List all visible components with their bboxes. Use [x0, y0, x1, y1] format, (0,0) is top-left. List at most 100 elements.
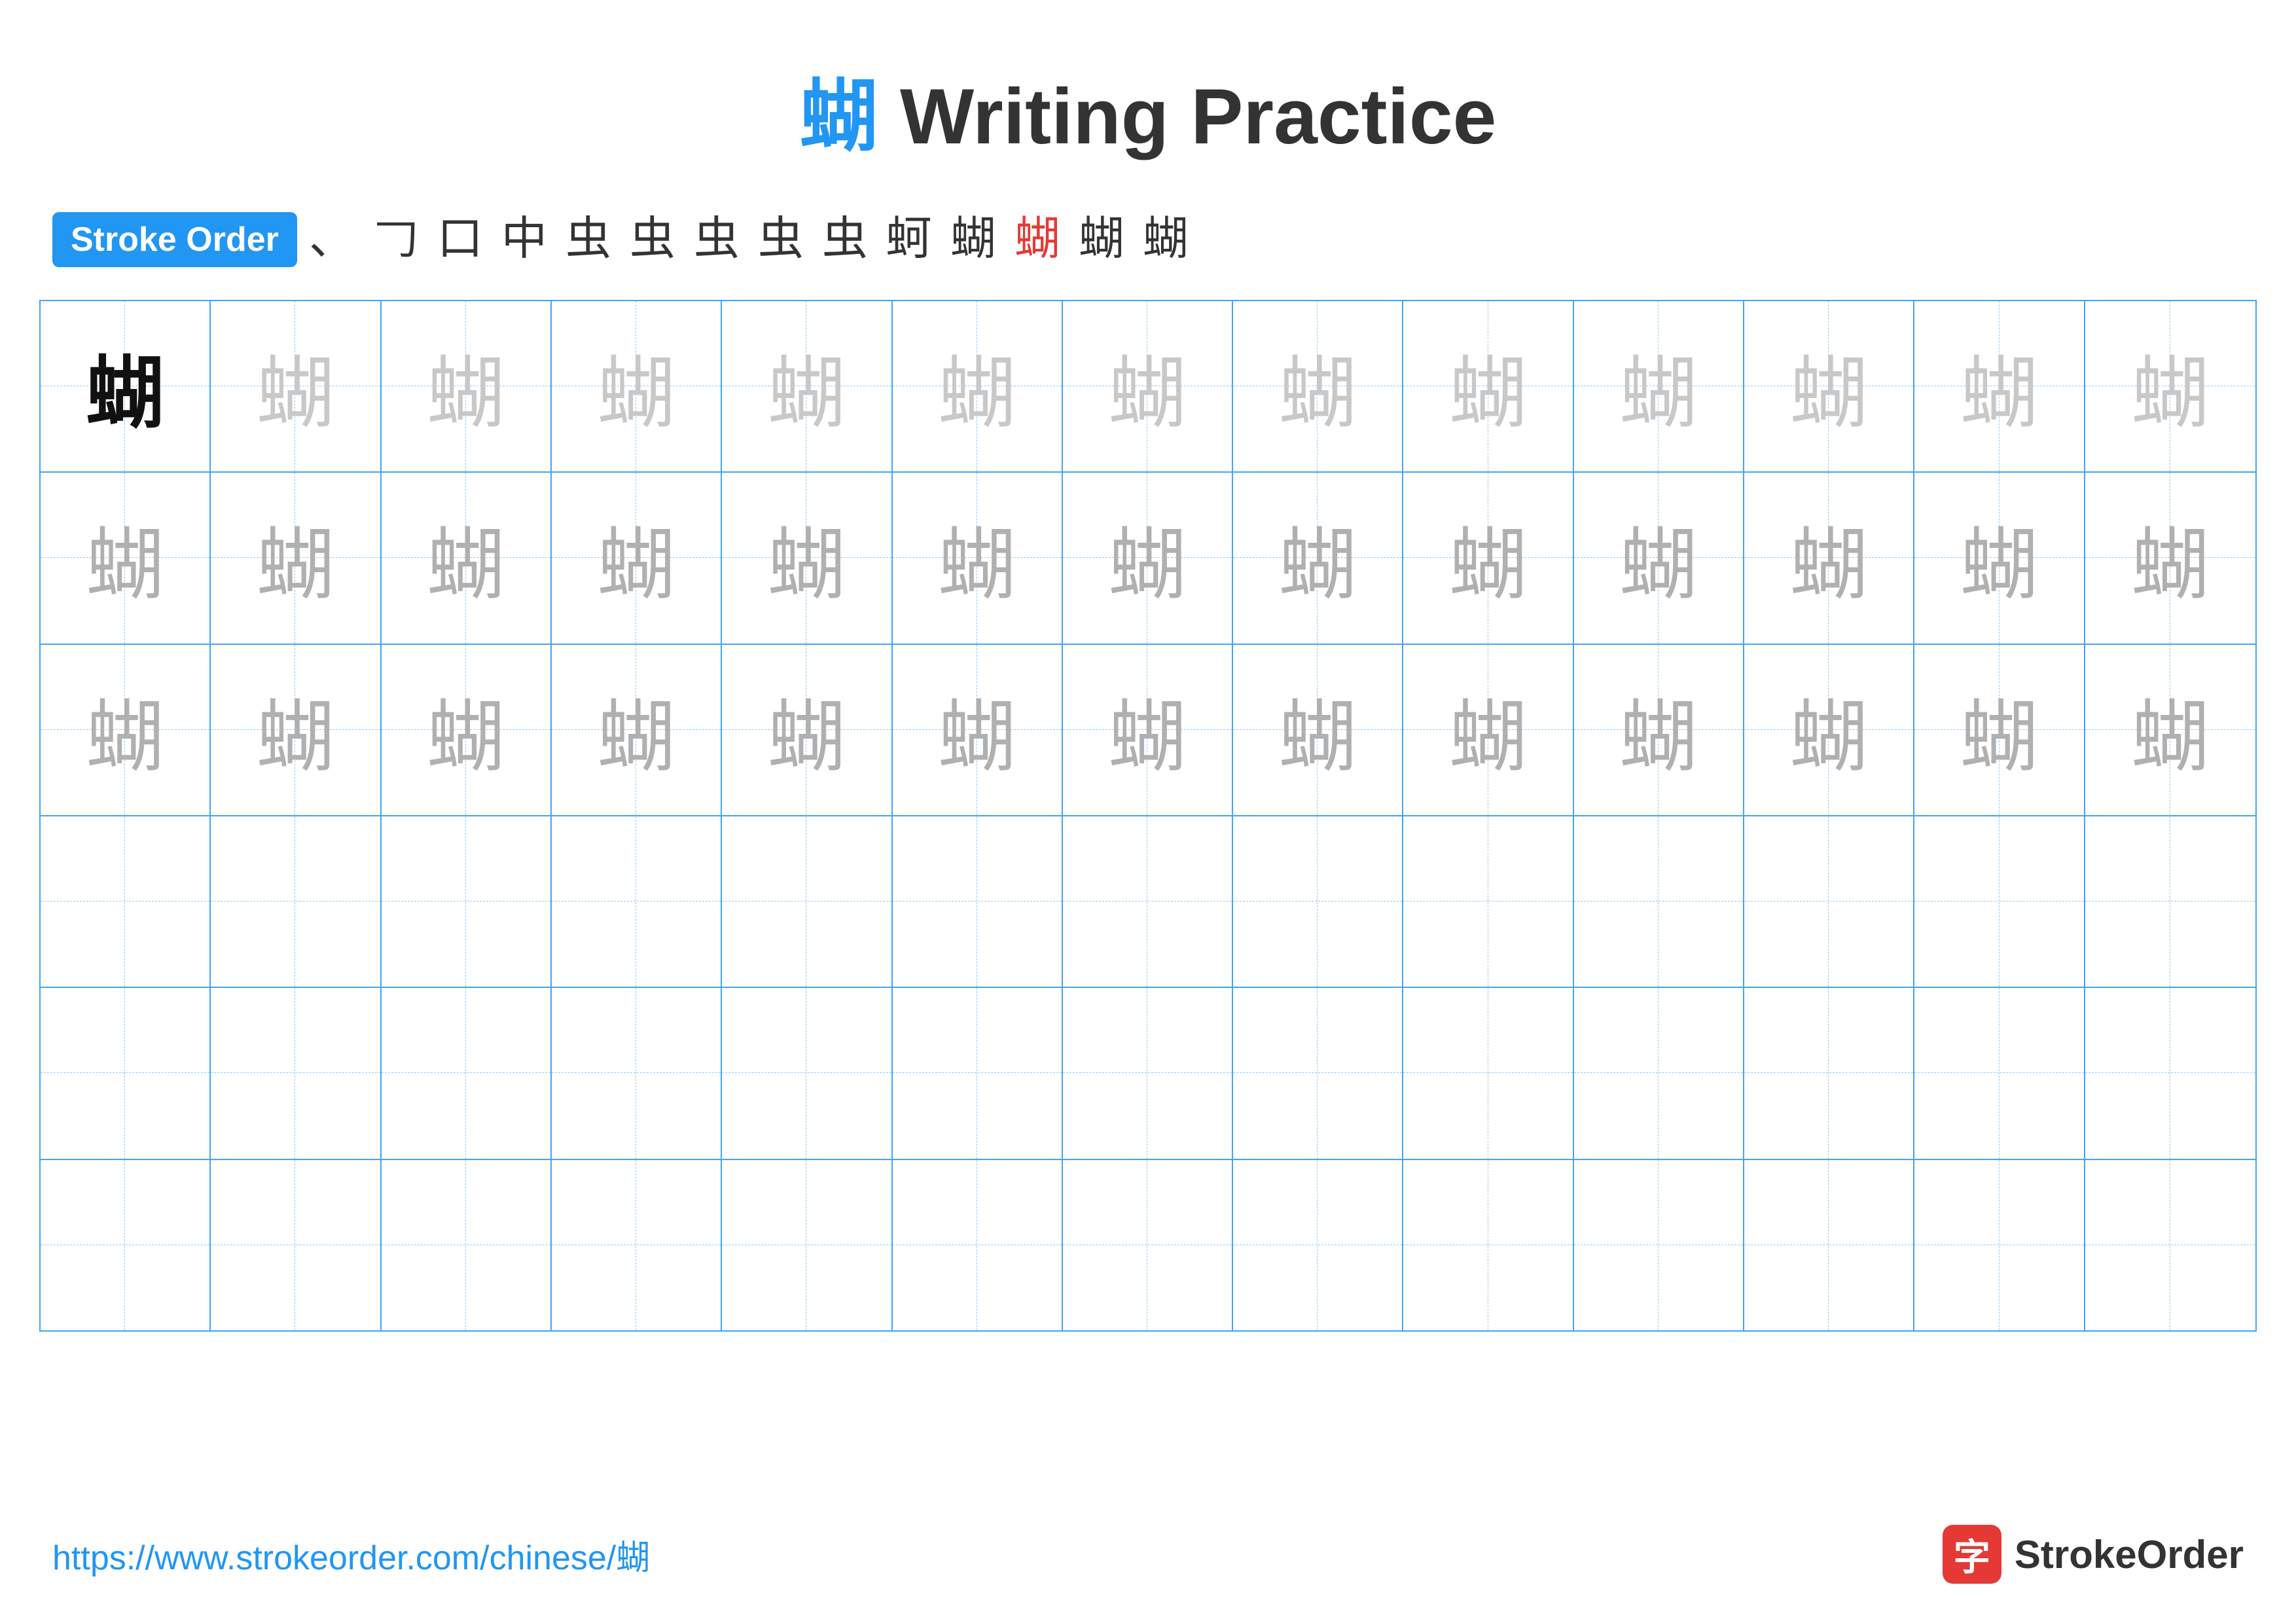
cell-3-13[interactable]: 蝴 [2085, 645, 2255, 815]
grid-row-3: 蝴 蝴 蝴 蝴 蝴 蝴 蝴 蝴 蝴 蝴 蝴 蝴 蝴 [41, 645, 2255, 816]
cell-5-2[interactable] [211, 988, 381, 1158]
cell-1-8[interactable]: 蝴 [1233, 301, 1403, 471]
cell-3-6[interactable]: 蝴 [893, 645, 1063, 815]
cell-3-9[interactable]: 蝴 [1403, 645, 1573, 815]
cell-1-3[interactable]: 蝴 [382, 301, 552, 471]
cell-2-8[interactable]: 蝴 [1233, 473, 1403, 643]
cell-4-13[interactable] [2085, 816, 2255, 987]
cell-5-8[interactable] [1233, 988, 1403, 1158]
cell-5-10[interactable] [1574, 988, 1744, 1158]
char-medium: 蝴 [86, 673, 164, 787]
cell-6-6[interactable] [893, 1160, 1063, 1330]
grid-row-2: 蝴 蝴 蝴 蝴 蝴 蝴 蝴 蝴 蝴 蝴 蝴 蝴 蝴 [41, 473, 2255, 644]
char-light: 蝴 [1108, 329, 1187, 443]
cell-2-12[interactable]: 蝴 [1914, 473, 2085, 643]
cell-2-7[interactable]: 蝴 [1063, 473, 1233, 643]
cell-4-6[interactable] [893, 816, 1063, 987]
char-dark: 蝴 [86, 329, 164, 443]
cell-3-10[interactable]: 蝴 [1574, 645, 1744, 815]
cell-2-9[interactable]: 蝴 [1403, 473, 1573, 643]
cell-6-10[interactable] [1574, 1160, 1744, 1330]
cell-6-13[interactable] [2085, 1160, 2255, 1330]
cell-1-6[interactable]: 蝴 [893, 301, 1063, 471]
cell-3-1[interactable]: 蝴 [41, 645, 211, 815]
cell-6-12[interactable] [1914, 1160, 2085, 1330]
cell-4-2[interactable] [211, 816, 381, 987]
cell-3-11[interactable]: 蝴 [1744, 645, 1914, 815]
cell-3-7[interactable]: 蝴 [1063, 645, 1233, 815]
cell-1-4[interactable]: 蝴 [552, 301, 722, 471]
char-medium: 蝴 [938, 501, 1016, 615]
cell-1-1[interactable]: 蝴 [41, 301, 211, 471]
cell-4-9[interactable] [1403, 816, 1573, 987]
footer-url[interactable]: https://www.strokeorder.com/chinese/蝴 [52, 1530, 650, 1579]
cell-5-11[interactable] [1744, 988, 1914, 1158]
char-medium: 蝴 [2131, 501, 2210, 615]
cell-4-7[interactable] [1063, 816, 1233, 987]
cell-5-1[interactable] [41, 988, 211, 1158]
cell-5-3[interactable] [382, 988, 552, 1158]
cell-6-3[interactable] [382, 1160, 552, 1330]
footer-logo: 字 StrokeOrder [1943, 1525, 2244, 1584]
cell-6-2[interactable] [211, 1160, 381, 1330]
char-medium: 蝴 [427, 673, 505, 787]
cell-1-5[interactable]: 蝴 [722, 301, 892, 471]
cell-3-3[interactable]: 蝴 [382, 645, 552, 815]
stroke-chars: 、 𠃌 口 中 虫 虫 虫 虫 虫 蚵 蝴 蝴 蝴 蝴 [309, 217, 1189, 263]
cell-4-5[interactable] [722, 816, 892, 987]
cell-6-9[interactable] [1403, 1160, 1573, 1330]
title-section: 蝴 Writing Practice [0, 0, 2296, 192]
cell-4-11[interactable] [1744, 816, 1914, 987]
cell-5-6[interactable] [893, 988, 1063, 1158]
cell-4-12[interactable] [1914, 816, 2085, 987]
stroke-12: 蝴 [1014, 217, 1060, 263]
cell-2-2[interactable]: 蝴 [211, 473, 381, 643]
cell-5-13[interactable] [2085, 988, 2255, 1158]
cell-6-5[interactable] [722, 1160, 892, 1330]
cell-4-1[interactable] [41, 816, 211, 987]
cell-3-8[interactable]: 蝴 [1233, 645, 1403, 815]
char-medium: 蝴 [767, 501, 846, 615]
cell-4-10[interactable] [1574, 816, 1744, 987]
cell-2-6[interactable]: 蝴 [893, 473, 1063, 643]
char-light: 蝴 [938, 329, 1016, 443]
cell-1-9[interactable]: 蝴 [1403, 301, 1573, 471]
cell-3-12[interactable]: 蝴 [1914, 645, 2085, 815]
cell-6-11[interactable] [1744, 1160, 1914, 1330]
cell-6-4[interactable] [552, 1160, 722, 1330]
cell-2-11[interactable]: 蝴 [1744, 473, 1914, 643]
cell-1-12[interactable]: 蝴 [1914, 301, 2085, 471]
strokeorder-logo-icon: 字 [1943, 1525, 2001, 1584]
stroke-order-badge: Stroke Order [52, 212, 297, 267]
cell-6-1[interactable] [41, 1160, 211, 1330]
cell-6-8[interactable] [1233, 1160, 1403, 1330]
cell-1-7[interactable]: 蝴 [1063, 301, 1233, 471]
cell-4-8[interactable] [1233, 816, 1403, 987]
cell-2-1[interactable]: 蝴 [41, 473, 211, 643]
char-light: 蝴 [1278, 329, 1357, 443]
cell-1-2[interactable]: 蝴 [211, 301, 381, 471]
cell-1-11[interactable]: 蝴 [1744, 301, 1914, 471]
cell-5-4[interactable] [552, 988, 722, 1158]
cell-1-13[interactable]: 蝴 [2085, 301, 2255, 471]
cell-6-7[interactable] [1063, 1160, 1233, 1330]
cell-3-2[interactable]: 蝴 [211, 645, 381, 815]
cell-5-7[interactable] [1063, 988, 1233, 1158]
cell-2-10[interactable]: 蝴 [1574, 473, 1744, 643]
cell-5-12[interactable] [1914, 988, 2085, 1158]
cell-4-3[interactable] [382, 816, 552, 987]
stroke-5: 虫 [565, 217, 611, 263]
cell-5-9[interactable] [1403, 988, 1573, 1158]
char-medium: 蝴 [1789, 673, 1868, 787]
char-medium: 蝴 [1108, 673, 1187, 787]
footer: https://www.strokeorder.com/chinese/蝴 字 … [52, 1525, 2244, 1584]
cell-3-5[interactable]: 蝴 [722, 645, 892, 815]
cell-2-5[interactable]: 蝴 [722, 473, 892, 643]
cell-1-10[interactable]: 蝴 [1574, 301, 1744, 471]
cell-3-4[interactable]: 蝴 [552, 645, 722, 815]
cell-5-5[interactable] [722, 988, 892, 1158]
cell-2-13[interactable]: 蝴 [2085, 473, 2255, 643]
cell-4-4[interactable] [552, 816, 722, 987]
cell-2-3[interactable]: 蝴 [382, 473, 552, 643]
cell-2-4[interactable]: 蝴 [552, 473, 722, 643]
